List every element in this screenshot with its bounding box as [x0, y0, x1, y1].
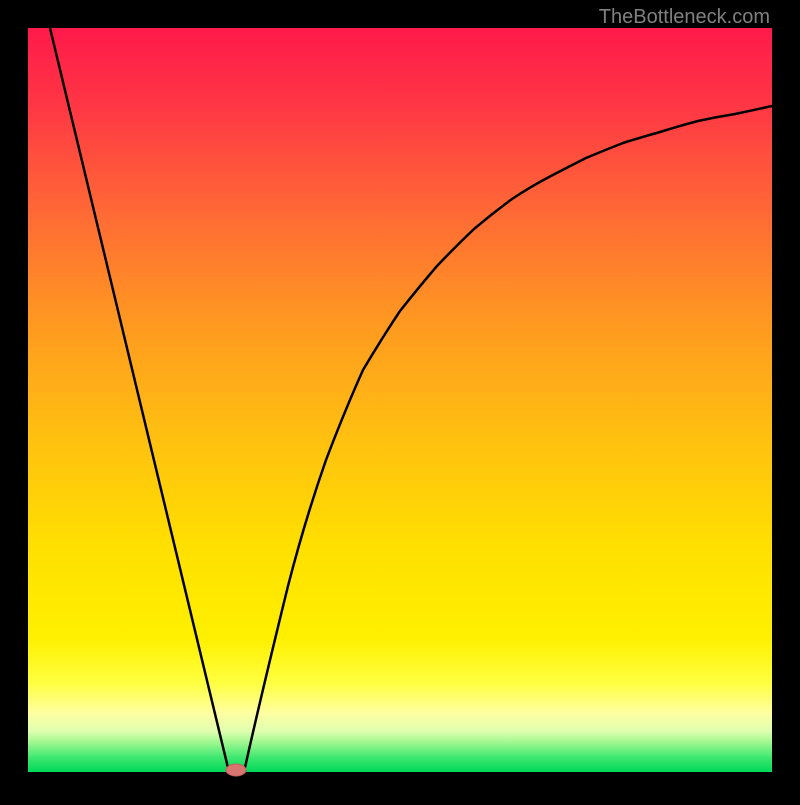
attribution-text: TheBottleneck.com: [599, 6, 770, 29]
chart-container: [0, 0, 800, 800]
minimum-marker: [226, 764, 246, 776]
chart-svg: [0, 0, 800, 800]
